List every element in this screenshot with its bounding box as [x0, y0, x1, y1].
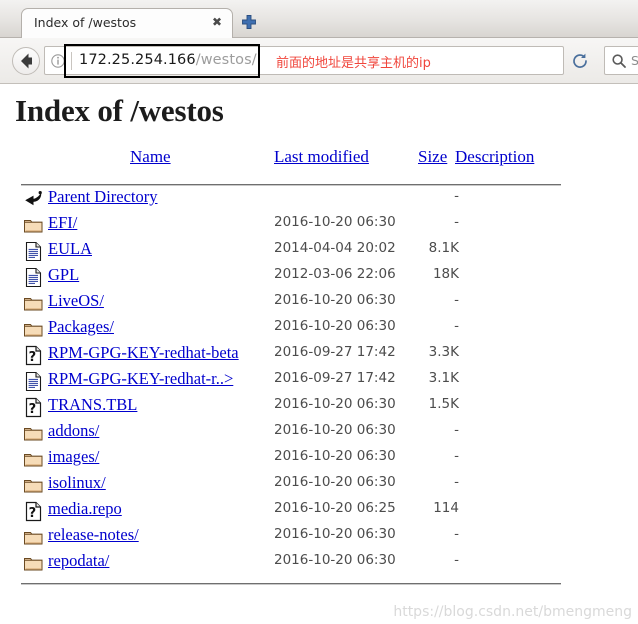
- file-link[interactable]: GPL: [48, 265, 79, 285]
- text-file-icon: [23, 371, 44, 392]
- file-size: 3.1K: [428, 370, 459, 386]
- directory-listing: Name Last modified Size Description Pare…: [9, 147, 638, 585]
- footer-rule: [21, 583, 561, 585]
- file-link[interactable]: Packages/: [48, 317, 114, 337]
- file-link[interactable]: images/: [48, 447, 99, 467]
- file-size: -: [454, 552, 459, 568]
- annotation-note: 前面的地址是共享主机的ip: [276, 56, 431, 71]
- listing-row: LiveOS/2016-10-20 06:30-: [9, 290, 638, 316]
- url-path: /westos/: [195, 52, 257, 68]
- listing-row: Parent Directory -: [9, 186, 638, 212]
- listing-row: ? RPM-GPG-KEY-redhat-beta 2016-09-27 17:42…: [9, 342, 638, 368]
- file-size: -: [454, 318, 459, 334]
- listing-row: GPL 2012-03-06 22:06 18K: [9, 264, 638, 290]
- search-icon-svg: [612, 54, 626, 68]
- page-title: Index of /westos: [15, 93, 224, 128]
- info-icon[interactable]: [50, 53, 66, 69]
- folder-icon: [23, 553, 44, 574]
- info-icon-svg: [51, 54, 65, 68]
- reload-icon[interactable]: [570, 51, 590, 71]
- search-placeholder: S: [631, 53, 638, 68]
- listing-row: isolinux/2016-10-20 06:30-: [9, 472, 638, 498]
- text-file-icon: [23, 267, 44, 288]
- file-size: 1.5K: [428, 396, 459, 412]
- svg-text:?: ?: [29, 402, 37, 417]
- folder-icon: [23, 215, 44, 236]
- listing-row: addons/2016-10-20 06:30-: [9, 420, 638, 446]
- file-link[interactable]: RPM-GPG-KEY-redhat-beta: [48, 343, 239, 363]
- listing-row: ? TRANS.TBL 2016-10-20 06:30 1.5K: [9, 394, 638, 420]
- text-file-icon: [23, 241, 44, 262]
- tab-strip: Index of /westos ✖: [0, 0, 638, 38]
- file-link[interactable]: TRANS.TBL: [48, 395, 137, 415]
- file-size: 3.3K: [428, 344, 459, 360]
- listing-row: images/2016-10-20 06:30-: [9, 446, 638, 472]
- file-size: -: [454, 474, 459, 490]
- file-link[interactable]: RPM-GPG-KEY-redhat-r..>: [48, 369, 233, 389]
- page-content: Index of /westos Name Last modified Size…: [9, 85, 638, 624]
- listing-row: release-notes/2016-10-20 06:30-: [9, 524, 638, 550]
- unknown-file-icon: ?: [23, 345, 44, 366]
- folder-icon: [23, 293, 44, 314]
- url-text: 172.25.254.166/westos/: [79, 52, 257, 68]
- file-size: -: [454, 214, 459, 230]
- file-link[interactable]: repodata/: [48, 551, 109, 571]
- folder-icon: [23, 449, 44, 470]
- folder-icon: [23, 527, 44, 548]
- browser-tab-index-of-westos[interactable]: Index of /westos ✖: [21, 8, 233, 38]
- search-icon: [611, 53, 627, 69]
- file-size: -: [454, 526, 459, 542]
- search-input[interactable]: S: [604, 46, 638, 75]
- file-link[interactable]: EFI/: [48, 213, 77, 233]
- folder-icon: [23, 423, 44, 444]
- file-link[interactable]: release-notes/: [48, 525, 139, 545]
- listing-row: Packages/2016-10-20 06:30-: [9, 316, 638, 342]
- column-header-last-modified[interactable]: Last modified: [274, 147, 369, 167]
- svg-text:?: ?: [29, 350, 37, 365]
- url-host: 172.25.254.166: [79, 52, 196, 68]
- file-size: 18K: [432, 266, 459, 282]
- plus-icon[interactable]: [240, 13, 258, 31]
- unknown-file-icon: ?: [23, 397, 44, 418]
- listing-row: repodata/2016-10-20 06:30-: [9, 550, 638, 576]
- file-link[interactable]: isolinux/: [48, 473, 106, 493]
- back-button[interactable]: [12, 47, 40, 75]
- url-divider: [71, 52, 72, 70]
- file-size: 114: [433, 500, 459, 516]
- file-link[interactable]: addons/: [48, 421, 99, 441]
- listing-header-row: Name Last modified Size Description: [9, 147, 638, 177]
- file-size: -: [454, 422, 459, 438]
- listing-row: EFI/2016-10-20 06:30-: [9, 212, 638, 238]
- file-link[interactable]: Parent Directory: [48, 187, 158, 207]
- listing-row: RPM-GPG-KEY-redhat-r..> 2016-09-27 17:42 3…: [9, 368, 638, 394]
- tab-title: Index of /westos: [34, 15, 137, 30]
- file-size: -: [454, 188, 459, 204]
- browser-window: Index of /westos ✖ 172.25.254.166/westos…: [0, 0, 638, 624]
- reload-icon-svg: [573, 53, 587, 68]
- listing-row: EULA 2014-04-04 20:02 8.1K: [9, 238, 638, 264]
- parent-directory-icon: [23, 189, 44, 210]
- file-link[interactable]: EULA: [48, 239, 92, 259]
- file-size: -: [454, 448, 459, 464]
- svg-text:?: ?: [29, 506, 37, 521]
- file-link[interactable]: media.repo: [48, 499, 122, 519]
- close-icon[interactable]: ✖: [212, 15, 222, 29]
- file-size: -: [454, 292, 459, 308]
- column-header-size[interactable]: Size: [418, 147, 447, 167]
- back-arrow-icon: [21, 53, 32, 69]
- folder-icon: [23, 319, 44, 340]
- folder-icon: [23, 475, 44, 496]
- file-link[interactable]: LiveOS/: [48, 291, 104, 311]
- column-header-description[interactable]: Description: [455, 147, 534, 167]
- unknown-file-icon: ?: [23, 501, 44, 522]
- plus-icon-svg: [242, 15, 256, 29]
- listing-rows: Parent Directory - EFI/2016-10-20 06:30- EU…: [9, 186, 638, 576]
- watermark: https://blog.csdn.net/bmengmeng: [393, 604, 632, 620]
- column-header-name[interactable]: Name: [130, 147, 171, 167]
- listing-row: ? media.repo 2016-10-20 06:25 114: [9, 498, 638, 524]
- file-size: 8.1K: [428, 240, 459, 256]
